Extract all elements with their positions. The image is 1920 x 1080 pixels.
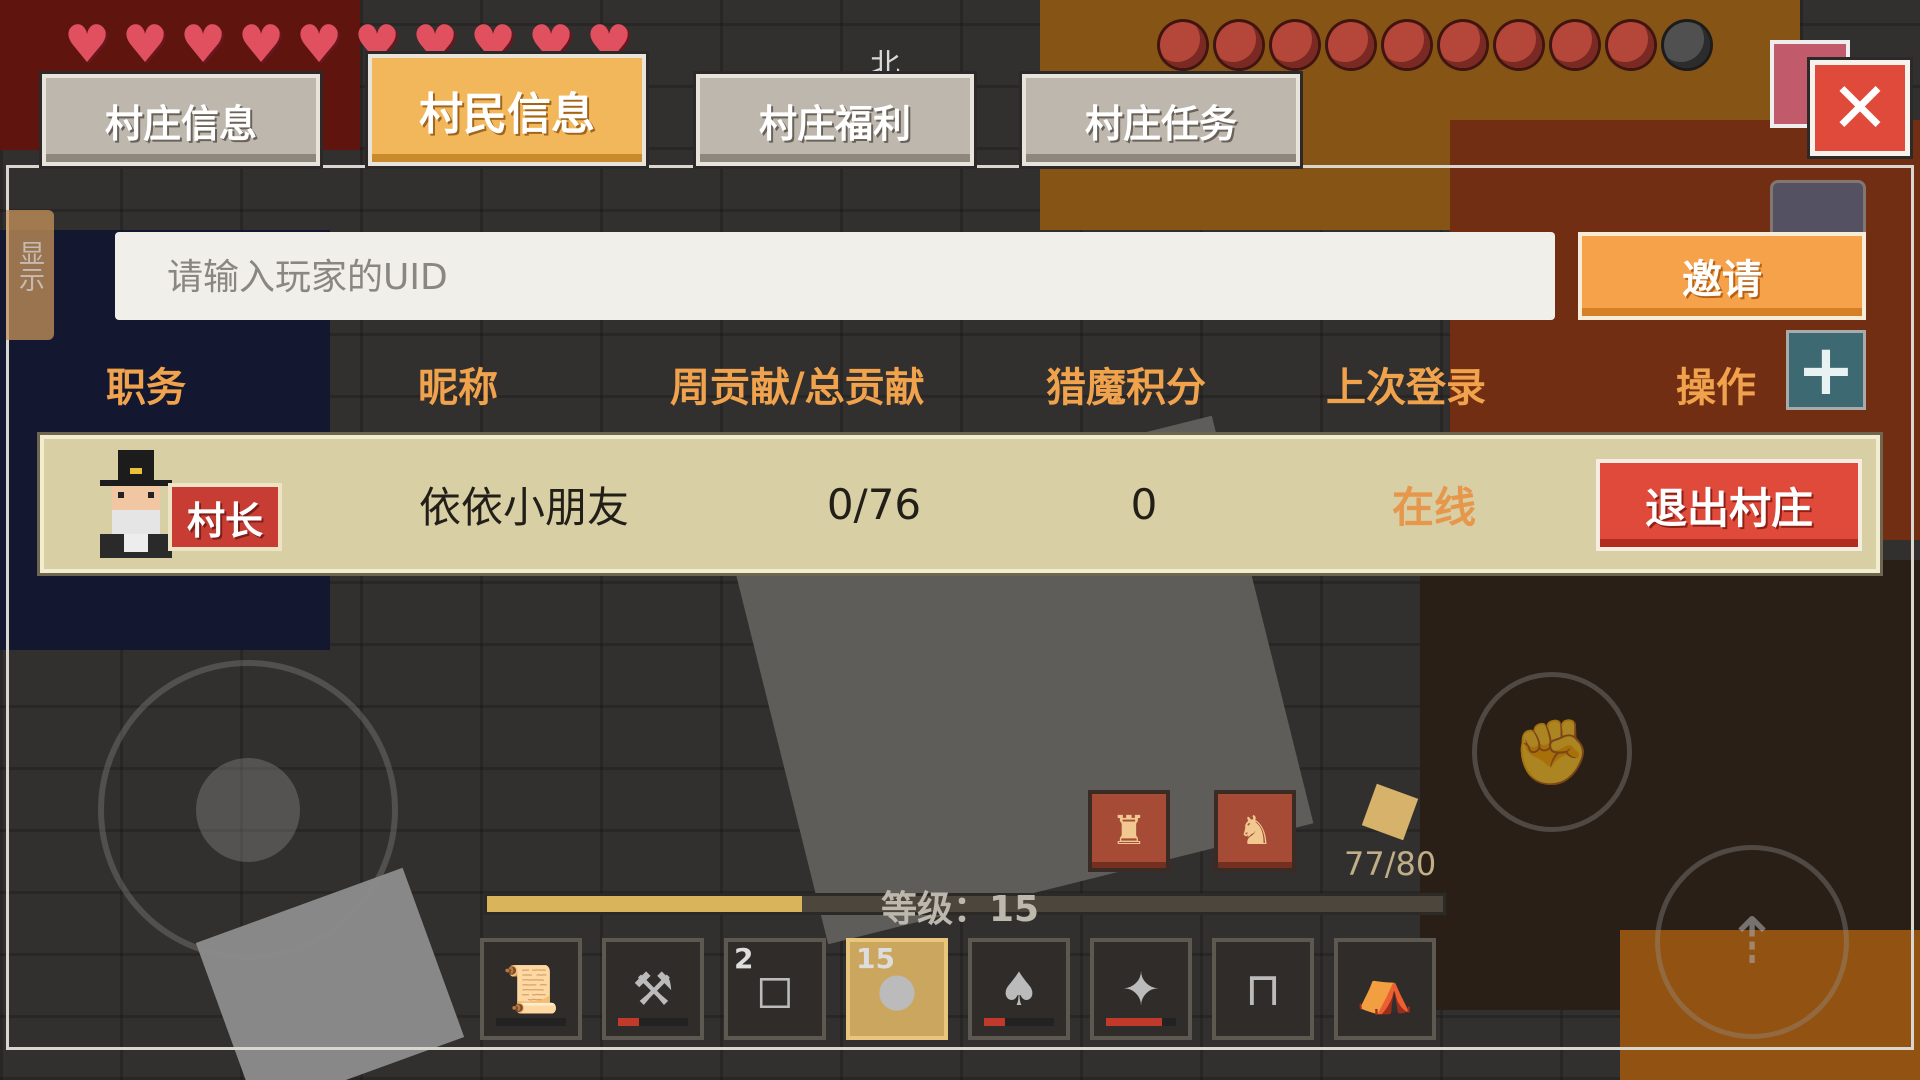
- member-contribution: 0/76: [826, 479, 922, 529]
- plus-icon[interactable]: +: [1786, 329, 1866, 411]
- armor-icon[interactable]: ♜: [1088, 790, 1170, 872]
- uid-search-box: ?: [115, 232, 1655, 322]
- block-icon: ◻: [755, 962, 795, 1016]
- heart-icon: ♥: [237, 15, 285, 75]
- member-nickname: 依依小朋友: [418, 482, 629, 532]
- member-status: 在线: [1391, 482, 1476, 532]
- hotbar-slot[interactable]: ⛺: [1334, 938, 1436, 1040]
- scroll-icon: 📜: [502, 961, 560, 1016]
- hunger-icon: [1216, 22, 1262, 68]
- column-header-contribution: 周贡献/总贡献: [670, 365, 925, 411]
- hotbar-slot[interactable]: ⚒: [602, 938, 704, 1040]
- heart-icon: ♥: [295, 15, 343, 75]
- hunger-icon: [1608, 22, 1654, 68]
- xp-bar-fill: [487, 896, 803, 912]
- column-header-last-login: 上次登录: [1326, 365, 1486, 411]
- horse-icon[interactable]: ♞: [1214, 790, 1296, 872]
- table-row: 村长 依依小朋友 0/76 0 在线 退出村庄: [40, 435, 1880, 573]
- hotbar: 📜 ⚒ ◻ 2 ● 15 ♠ ✦ ⊓ ⛺: [480, 938, 1436, 1040]
- close-button[interactable]: ✕: [1810, 60, 1910, 156]
- heart-icon: ♥: [63, 15, 111, 75]
- hunger-icon: [1440, 22, 1486, 68]
- role-badge: 村长: [168, 483, 282, 551]
- close-icon: ✕: [1830, 67, 1890, 149]
- hotbar-slot[interactable]: ♠: [968, 938, 1070, 1040]
- hotbar-slot[interactable]: ⊓: [1212, 938, 1314, 1040]
- durability-bar: [618, 1018, 688, 1026]
- sign-icon: ⊓: [1245, 962, 1281, 1016]
- hunger-icon: [1328, 22, 1374, 68]
- heart-icon: ♥: [179, 15, 227, 75]
- food-count: 77/80: [1344, 845, 1437, 883]
- xp-bar: [484, 893, 1446, 915]
- column-header-role: 职务: [106, 365, 186, 411]
- member-hunt-score: 0: [1130, 479, 1158, 529]
- invite-button[interactable]: 邀请: [1578, 232, 1866, 320]
- tab-village-tasks[interactable]: 村庄任务: [1022, 74, 1300, 166]
- joystick-knob[interactable]: [196, 758, 300, 862]
- hunger-icon: [1160, 22, 1206, 68]
- column-header-hunt-score: 猎魔积分: [1046, 365, 1206, 411]
- heart-icon: ♥: [121, 15, 169, 75]
- hunger-icon: [1384, 22, 1430, 68]
- side-show-tab[interactable]: 显示: [6, 210, 54, 340]
- slot-count: 15: [856, 942, 895, 975]
- hotbar-slot[interactable]: ✦: [1090, 938, 1192, 1040]
- leave-village-button[interactable]: 退出村庄: [1596, 459, 1862, 551]
- attack-button[interactable]: ✊: [1472, 672, 1632, 832]
- column-header-action: 操作: [1676, 365, 1756, 411]
- hotbar-slot[interactable]: ◻ 2: [724, 938, 826, 1040]
- column-header-nickname: 昵称: [418, 365, 498, 411]
- durability-bar: [1106, 1018, 1176, 1026]
- slot-count: 2: [734, 942, 754, 975]
- hunger-icon: [1552, 22, 1598, 68]
- staff-icon: ✦: [1121, 962, 1161, 1016]
- jump-button[interactable]: ⇡: [1655, 845, 1849, 1039]
- hunger-bar: [1160, 22, 1710, 68]
- mayor-avatar-icon: [100, 450, 172, 558]
- hunger-icon: [1664, 22, 1710, 68]
- durability-bar: [984, 1018, 1054, 1026]
- tab-villager-info[interactable]: 村民信息: [368, 54, 646, 166]
- arrow-up-icon: ⇡: [1725, 905, 1779, 979]
- fist-icon: ✊: [1512, 715, 1592, 790]
- side-tab-label: 显示: [14, 240, 45, 292]
- durability-bar: [496, 1018, 566, 1026]
- movement-joystick[interactable]: [98, 660, 398, 960]
- backpack-icon: ⛺: [1356, 961, 1414, 1016]
- uid-search-input[interactable]: [165, 232, 1369, 322]
- hotbar-slot[interactable]: ● 15: [846, 938, 948, 1040]
- hotbar-slot[interactable]: 📜: [480, 938, 582, 1040]
- tab-village-info[interactable]: 村庄信息: [42, 74, 320, 166]
- hunger-icon: [1272, 22, 1318, 68]
- shovel-icon: ♠: [998, 962, 1040, 1016]
- hunger-icon: [1496, 22, 1542, 68]
- tab-village-welfare[interactable]: 村庄福利: [696, 74, 974, 166]
- axe-icon: ⚒: [632, 962, 674, 1016]
